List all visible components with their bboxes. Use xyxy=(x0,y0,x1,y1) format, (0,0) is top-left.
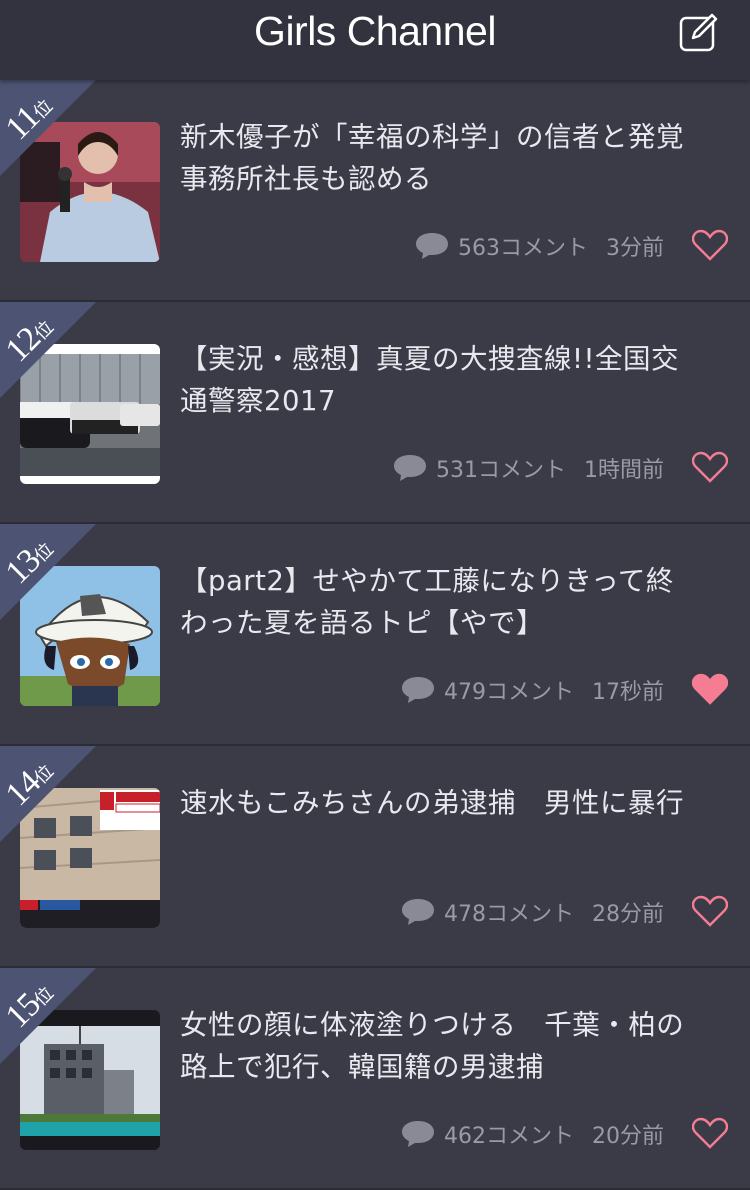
heart-icon[interactable] xyxy=(692,451,728,483)
topic-meta: 478コメント 28分前 xyxy=(400,896,664,928)
list-item[interactable]: 13位 【part2】せやかて工藤になりきって終 わった夏を語るトピ【やで】 4… xyxy=(0,524,750,746)
topic-meta: 531コメント 1時間前 xyxy=(392,452,664,484)
comment-icon xyxy=(402,677,434,703)
comment-count: 563コメント xyxy=(458,236,588,261)
list-item[interactable]: 12位 【実況・感想】真夏の大捜査線!!全国交 通警察2017 531コメント … xyxy=(0,302,750,524)
app-title: Girls Channel xyxy=(254,8,496,54)
app-header: Girls Channel xyxy=(0,0,750,80)
topic-title[interactable]: 【実況・感想】真夏の大捜査線!!全国交 通警察2017 xyxy=(180,338,728,422)
comment-icon xyxy=(402,899,434,925)
comment-icon xyxy=(416,233,448,259)
comment-count: 478コメント xyxy=(444,902,574,927)
heart-icon[interactable] xyxy=(692,229,728,261)
post-time: 28分前 xyxy=(592,902,664,927)
edit-icon[interactable] xyxy=(679,12,719,52)
topic-list: 11位 新木優子が「幸福の科学」の信者と発覚 事務所社長も認める 563コメント… xyxy=(0,80,750,1190)
post-time: 20分前 xyxy=(592,1124,664,1149)
list-item[interactable]: 15位 女性の顔に体液塗りつける 千葉・柏の 路上で犯行、韓国籍の男逮捕 462… xyxy=(0,968,750,1190)
list-item[interactable]: 11位 新木優子が「幸福の科学」の信者と発覚 事務所社長も認める 563コメント… xyxy=(0,80,750,302)
comment-icon xyxy=(402,1121,434,1147)
comment-count: 462コメント xyxy=(444,1124,574,1149)
comment-count: 479コメント xyxy=(444,680,574,705)
post-time: 1時間前 xyxy=(584,458,664,483)
list-item[interactable]: 14位 速水もこみちさんの弟逮捕 男性に暴行 478コメント 28分前 xyxy=(0,746,750,968)
heart-filled-icon[interactable] xyxy=(692,673,728,705)
comment-count: 531コメント xyxy=(436,458,566,483)
comment-icon xyxy=(394,455,426,481)
post-time: 3分前 xyxy=(606,236,664,261)
topic-meta: 479コメント 17秒前 xyxy=(400,674,664,706)
topic-title[interactable]: 速水もこみちさんの弟逮捕 男性に暴行 xyxy=(180,782,728,824)
heart-icon[interactable] xyxy=(692,1117,728,1149)
topic-meta: 462コメント 20分前 xyxy=(400,1118,664,1150)
topic-title[interactable]: 女性の顔に体液塗りつける 千葉・柏の 路上で犯行、韓国籍の男逮捕 xyxy=(180,1004,728,1088)
topic-title[interactable]: 【part2】せやかて工藤になりきって終 わった夏を語るトピ【やで】 xyxy=(180,560,728,644)
topic-title[interactable]: 新木優子が「幸福の科学」の信者と発覚 事務所社長も認める xyxy=(180,116,728,200)
heart-icon[interactable] xyxy=(692,895,728,927)
post-time: 17秒前 xyxy=(592,680,664,705)
topic-meta: 563コメント 3分前 xyxy=(414,230,664,262)
